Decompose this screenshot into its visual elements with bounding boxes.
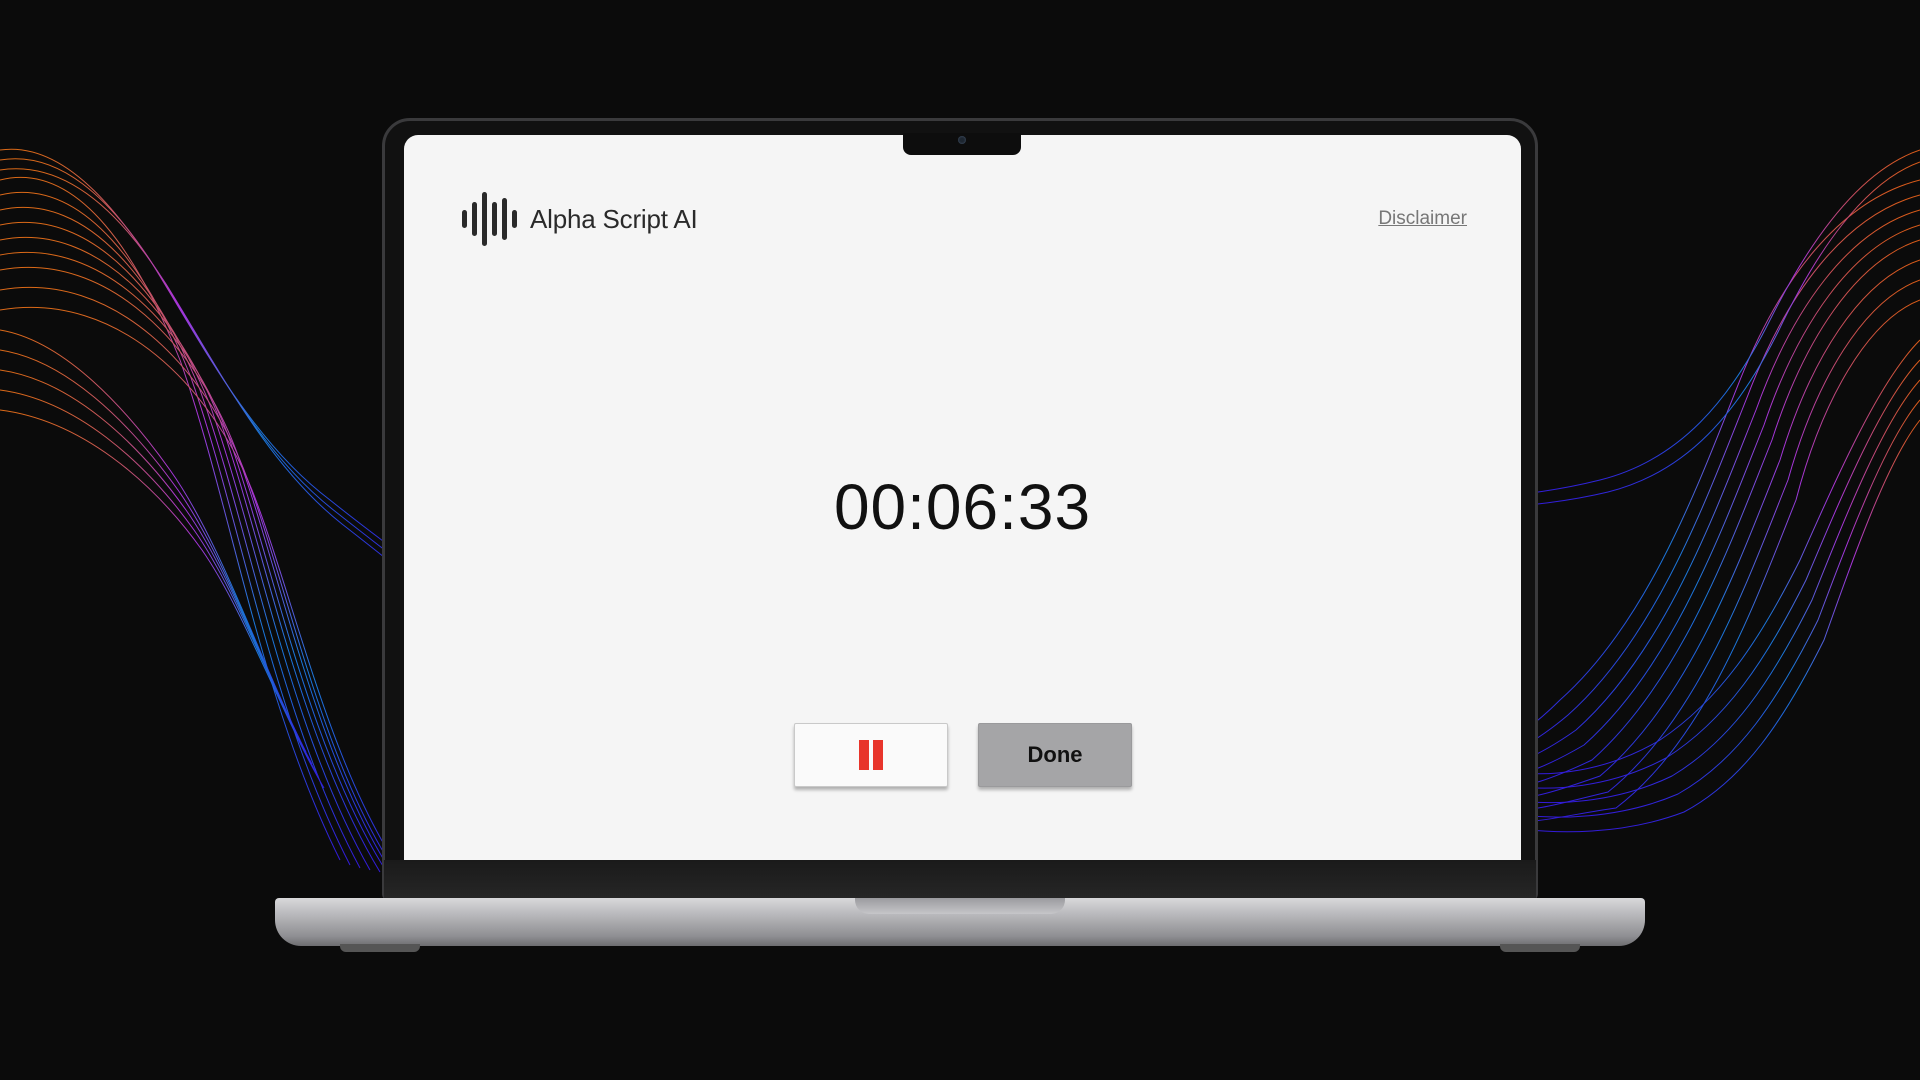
done-button[interactable]: Done <box>978 723 1132 787</box>
recording-timer: 00:06:33 <box>833 471 1092 543</box>
app-name: Alpha Script AI <box>530 203 698 234</box>
laptop-base-notch <box>855 898 1065 914</box>
decorative-wave-left <box>0 148 420 880</box>
decorative-wave-right <box>1500 149 1920 833</box>
camera-icon <box>958 136 966 144</box>
app-logo[interactable]: Alpha Script AI <box>460 190 698 248</box>
pause-button[interactable] <box>794 723 948 787</box>
pause-icon-bar-left <box>859 740 869 770</box>
app-screen: Alpha Script AI Disclaimer 00:06:33 Done <box>404 135 1521 860</box>
laptop-foot-left <box>340 944 420 952</box>
sound-wave-icon <box>462 192 517 246</box>
page-stage: Alpha Script AI Disclaimer 00:06:33 Done <box>0 0 1920 1080</box>
recording-controls: Done <box>794 723 1132 787</box>
pause-icon-bar-right <box>873 740 883 770</box>
disclaimer-link[interactable]: Disclaimer <box>1378 208 1467 230</box>
pause-icon <box>859 740 883 770</box>
laptop-foot-right <box>1500 944 1580 952</box>
laptop-chin <box>384 860 1536 898</box>
